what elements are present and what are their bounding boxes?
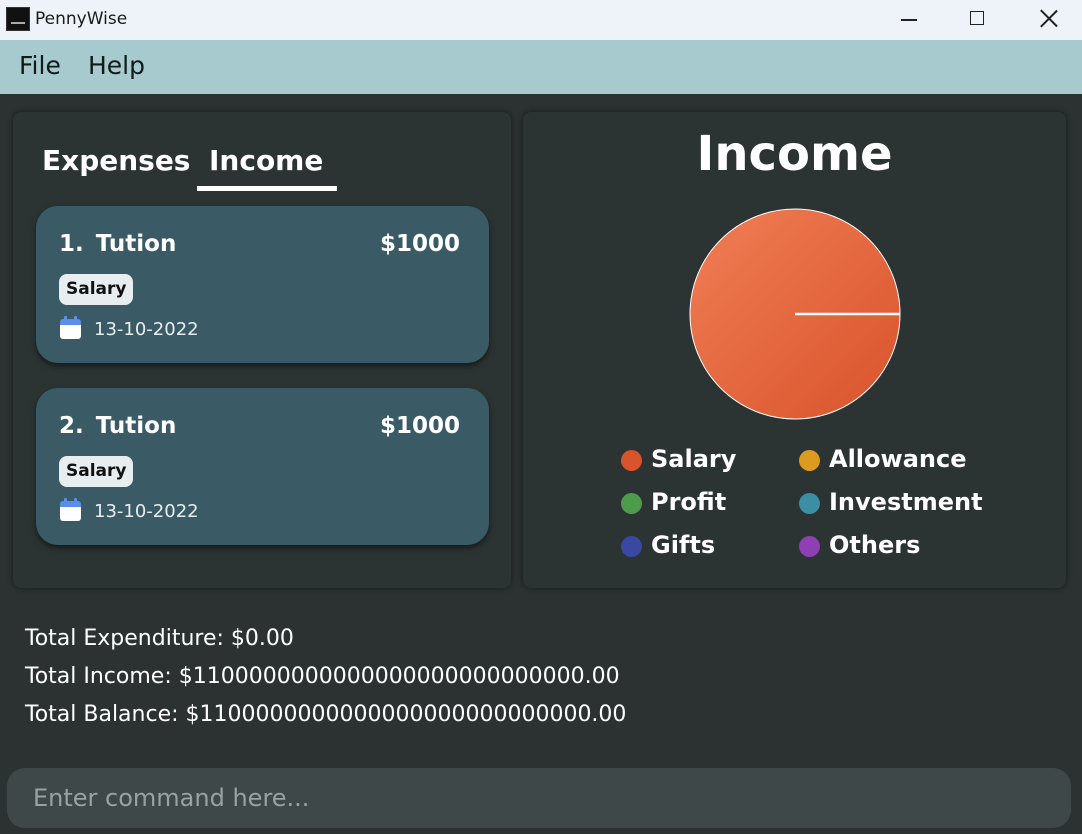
title-bar: PennyWise [0, 0, 1082, 40]
tab-income[interactable]: Income [209, 144, 323, 177]
entry-amount: $1000 [379, 231, 460, 257]
entry-category-tag: Salary [59, 456, 134, 487]
close-button[interactable] [1013, 0, 1082, 40]
entry-name: Tution [95, 231, 177, 257]
tab-selected-indicator [197, 186, 337, 191]
maximize-icon [970, 11, 984, 25]
legend-label: Others [829, 531, 921, 559]
total-balance: Total Balance: $110000000000000000000000… [25, 702, 627, 727]
entry-title: 2. Tution [59, 413, 176, 439]
tab-expenses[interactable]: Expenses [42, 144, 190, 177]
minimize-icon [901, 19, 917, 21]
legend-dot [621, 450, 642, 471]
total-income: Total Income: $1100000000000000000000000… [25, 664, 620, 689]
entry-name: Tution [95, 413, 177, 439]
legend-label: Profit [651, 488, 727, 516]
command-box [7, 768, 1071, 828]
close-icon [1039, 8, 1059, 28]
chart-title: Income [696, 126, 893, 182]
legend-dot [799, 536, 820, 557]
calendar-icon [60, 316, 81, 339]
legend-dot [799, 450, 820, 471]
entries-panel: Expenses Income 1. Tution $1000 Salary 13… [13, 112, 511, 588]
income-entry-card[interactable]: 1. Tution $1000 Salary 13-10-2022 [36, 206, 489, 363]
window-title: PennyWise [35, 9, 128, 29]
entry-date: 13-10-2022 [94, 319, 199, 340]
entry-index: 2. [59, 413, 84, 439]
menu-file[interactable]: File [19, 51, 61, 80]
legend-label: Investment [829, 488, 983, 516]
entry-date: 13-10-2022 [94, 501, 199, 522]
calendar-icon [60, 498, 81, 521]
app-logo-icon [6, 7, 30, 31]
menu-bar: File Help [0, 40, 1082, 94]
command-input[interactable] [7, 768, 1071, 828]
entry-index: 1. [59, 231, 84, 257]
totals-summary: Total Expenditure: $0.00 Total Income: $… [25, 624, 626, 738]
minimize-button[interactable] [874, 0, 944, 40]
income-entry-card[interactable]: 2. Tution $1000 Salary 13-10-2022 [36, 388, 489, 545]
legend-dot [799, 493, 820, 514]
maximize-button[interactable] [943, 0, 1013, 40]
entry-title: 1. Tution [59, 231, 176, 257]
legend-label: Allowance [829, 445, 967, 473]
entry-category-tag: Salary [59, 274, 134, 305]
menu-help[interactable]: Help [88, 51, 145, 80]
legend-label: Salary [651, 445, 737, 473]
chart-panel: Income Salary Allowance Profit Investmen… [523, 112, 1066, 588]
legend-dot [621, 536, 642, 557]
legend-label: Gifts [651, 531, 716, 559]
entry-amount: $1000 [379, 413, 460, 439]
pie-chart [689, 208, 901, 420]
total-expenditure: Total Expenditure: $0.00 [25, 626, 294, 651]
legend-dot [621, 493, 642, 514]
